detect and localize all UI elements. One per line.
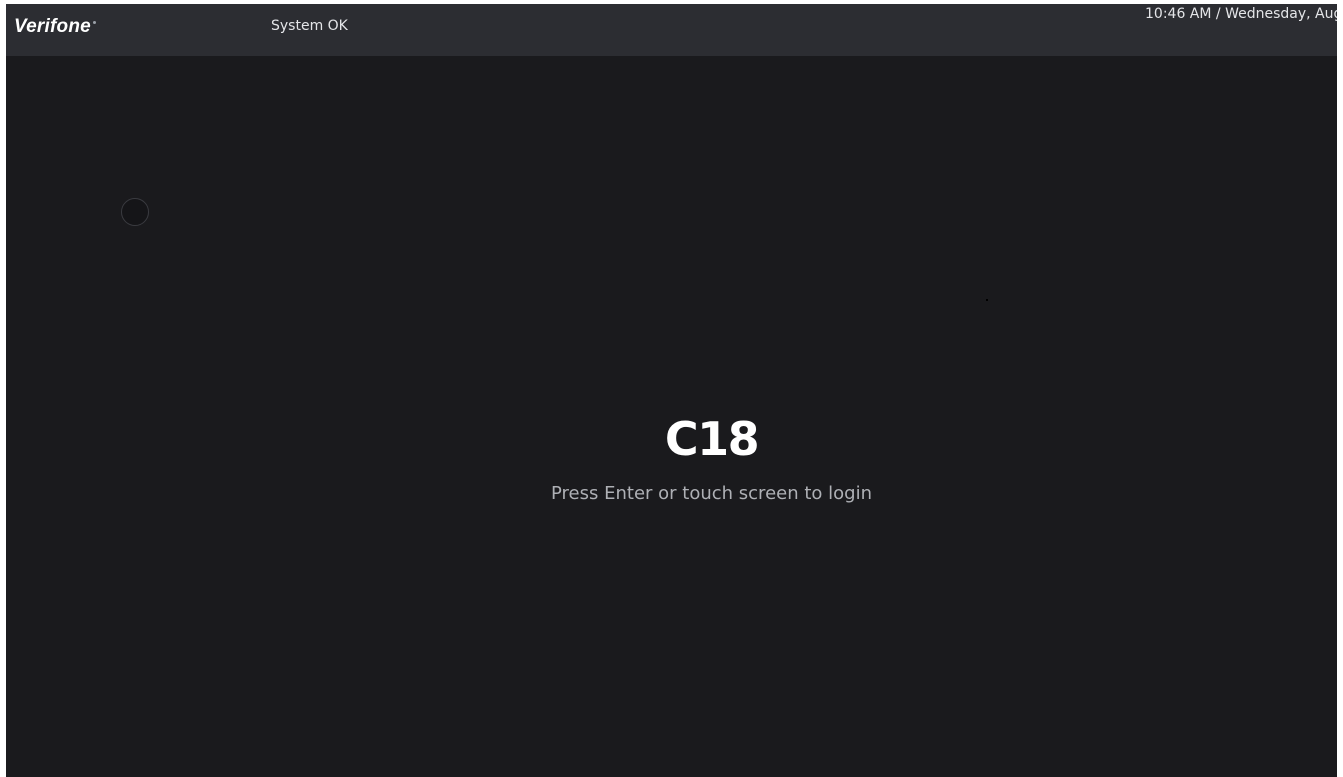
system-status-text: System OK [271,18,348,34]
terminal-id-title: C18 [664,412,760,466]
clock-datetime: 10:46 AM / Wednesday, Aug [1145,6,1337,22]
status-bar: Verifone System OK 10:46 AM / Wednesday,… [6,4,1337,56]
screen-speck [986,299,988,301]
touch-cursor-icon [121,198,149,226]
login-screen[interactable]: Verifone System OK 10:46 AM / Wednesday,… [6,4,1337,777]
brand-name: Verifone [14,16,91,37]
brand-logo: Verifone [14,16,96,38]
logo-dot-icon [92,21,96,24]
login-prompt-text: Press Enter or touch screen to login [551,483,872,504]
